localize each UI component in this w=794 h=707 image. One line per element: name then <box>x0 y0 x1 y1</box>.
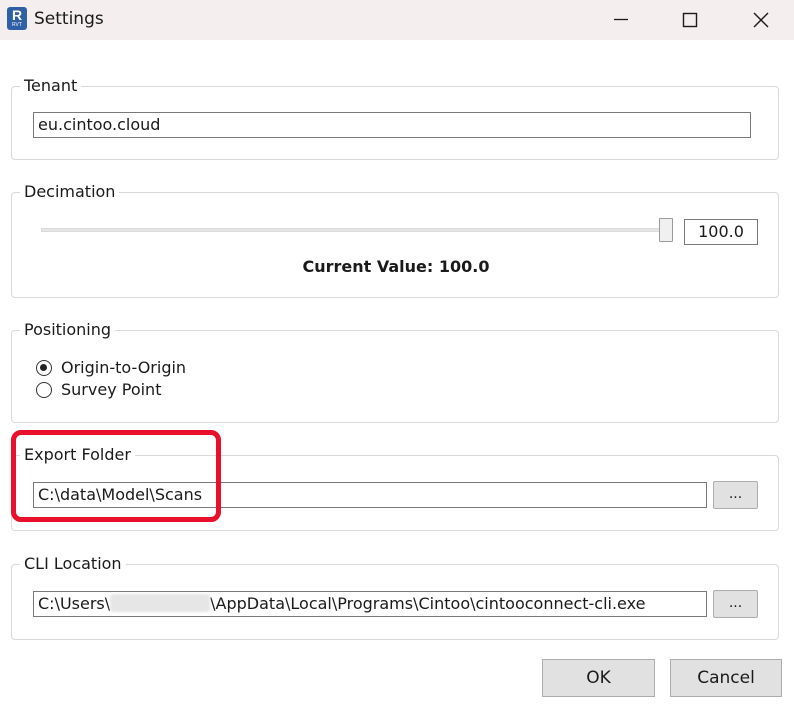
decimation-label: Decimation <box>20 181 120 203</box>
close-button[interactable] <box>738 0 784 40</box>
close-icon <box>753 12 769 28</box>
positioning-label: Positioning <box>20 319 116 341</box>
title-bar: R RVT Settings <box>0 0 794 40</box>
current-value-text: Current Value: 100.0 <box>302 257 490 276</box>
maximize-icon <box>682 12 698 28</box>
cancel-button[interactable]: Cancel <box>670 659 782 697</box>
revit-icon: R RVT <box>7 7 27 30</box>
minimize-button[interactable] <box>598 0 644 40</box>
redacted-username <box>110 594 211 612</box>
positioning-group: Positioning Origin-to-Origin Survey Poin… <box>11 319 779 423</box>
cli-path-suffix: \AppData\Local\Programs\Cintoo\cintoocon… <box>210 594 646 613</box>
decimation-value-input[interactable]: 100.0 <box>684 219 758 245</box>
minimize-icon <box>614 18 628 21</box>
radio-origin-to-origin[interactable] <box>36 360 52 376</box>
cli-location-browse-button[interactable]: ... <box>713 590 758 618</box>
cli-location-label: CLI Location <box>20 553 126 575</box>
tenant-input[interactable]: eu.cintoo.cloud <box>33 112 751 138</box>
tenant-label: Tenant <box>20 75 82 97</box>
radio-survey-point[interactable] <box>36 382 52 398</box>
maximize-button[interactable] <box>667 0 713 40</box>
annotation-highlight-box <box>11 430 221 522</box>
export-folder-browse-button[interactable]: ... <box>713 481 758 509</box>
decimation-slider[interactable] <box>41 217 676 243</box>
window-title: Settings <box>34 9 104 29</box>
cli-location-group: CLI Location C:\Users\ \AppData\Local\Pro… <box>11 553 779 640</box>
radio-origin-to-origin-label[interactable]: Origin-to-Origin <box>61 358 186 378</box>
cli-path-prefix: C:\Users\ <box>38 594 111 613</box>
decimation-group: Decimation 100.0 Current Value: 100.0 <box>11 181 779 298</box>
slider-track <box>41 228 669 232</box>
ok-button[interactable]: OK <box>542 659 655 697</box>
radio-survey-point-label[interactable]: Survey Point <box>61 380 161 400</box>
tenant-group: Tenant eu.cintoo.cloud <box>11 75 779 160</box>
slider-thumb[interactable] <box>659 218 673 242</box>
cli-location-input[interactable]: C:\Users\ \AppData\Local\Programs\Cintoo\… <box>33 591 707 617</box>
